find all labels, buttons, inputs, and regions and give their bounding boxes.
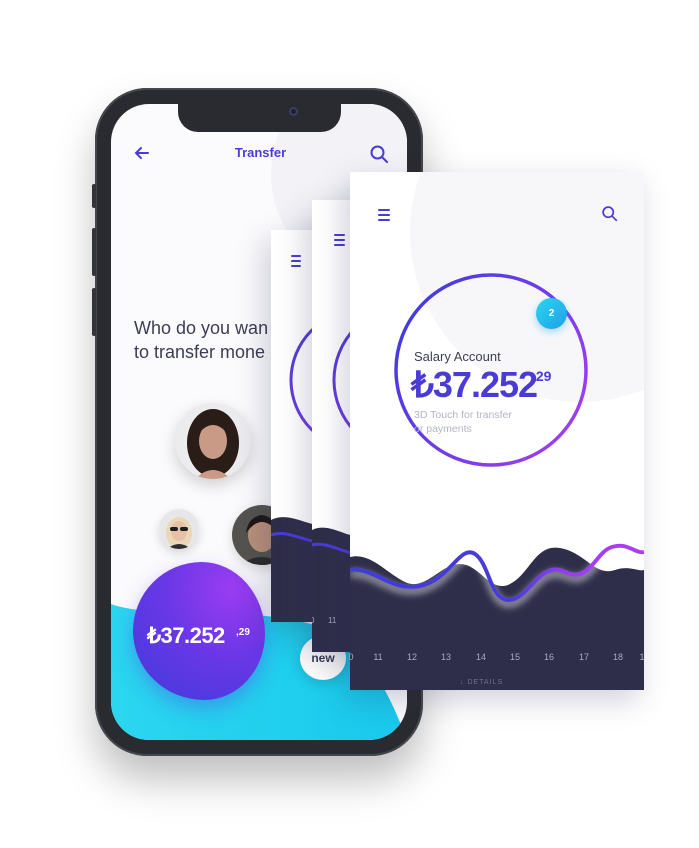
touch-hint: 3D Touch for transfer or payments xyxy=(414,409,512,435)
x-axis-label: 18 xyxy=(612,652,623,662)
account-balance: ₺37.252 xyxy=(411,364,538,405)
screen-title: Transfer xyxy=(234,145,287,160)
back-arrow-icon[interactable] xyxy=(133,144,151,162)
details-link[interactable]: ↓ DETAILS xyxy=(460,679,503,686)
x-axis-label: 0 xyxy=(312,616,315,625)
x-axis-label: 11 xyxy=(328,616,337,625)
camera-icon xyxy=(289,107,298,116)
x-axis-label: 14 xyxy=(475,652,486,662)
notification-badge[interactable]: 2 xyxy=(536,298,567,329)
phone-notch xyxy=(178,100,341,132)
menu-icon[interactable] xyxy=(291,255,301,270)
mute-switch xyxy=(92,184,96,208)
x-axis-label: 11 xyxy=(373,652,383,662)
volume-up-button xyxy=(92,228,96,276)
x-axis-label: 1 xyxy=(639,652,645,662)
menu-icon[interactable] xyxy=(378,209,390,224)
avatar-photo xyxy=(159,509,199,549)
x-axis-label: 15 xyxy=(509,652,520,662)
x-axis-label: 12 xyxy=(406,652,417,662)
search-icon[interactable] xyxy=(601,205,618,222)
chart-dark-wave xyxy=(350,547,644,690)
contact-avatar-large[interactable] xyxy=(175,403,251,479)
account-balance-cents: ,29 xyxy=(532,368,552,384)
balance-amount: ₺37.252 xyxy=(147,623,225,648)
contact-avatar-small[interactable] xyxy=(159,509,199,549)
volume-down-button xyxy=(92,288,96,336)
x-axis-label: 13 xyxy=(440,652,451,662)
avatar-photo xyxy=(175,403,251,479)
menu-icon[interactable] xyxy=(334,234,345,249)
balance-cents: ,29 xyxy=(236,627,250,638)
x-axis-label: 0 xyxy=(348,652,354,662)
search-icon[interactable] xyxy=(369,144,389,164)
x-axis-label: 17 xyxy=(578,652,589,662)
account-name: Salary Account xyxy=(414,349,501,364)
x-axis-label: 16 xyxy=(543,652,554,662)
details-label: DETAILS xyxy=(467,679,504,686)
